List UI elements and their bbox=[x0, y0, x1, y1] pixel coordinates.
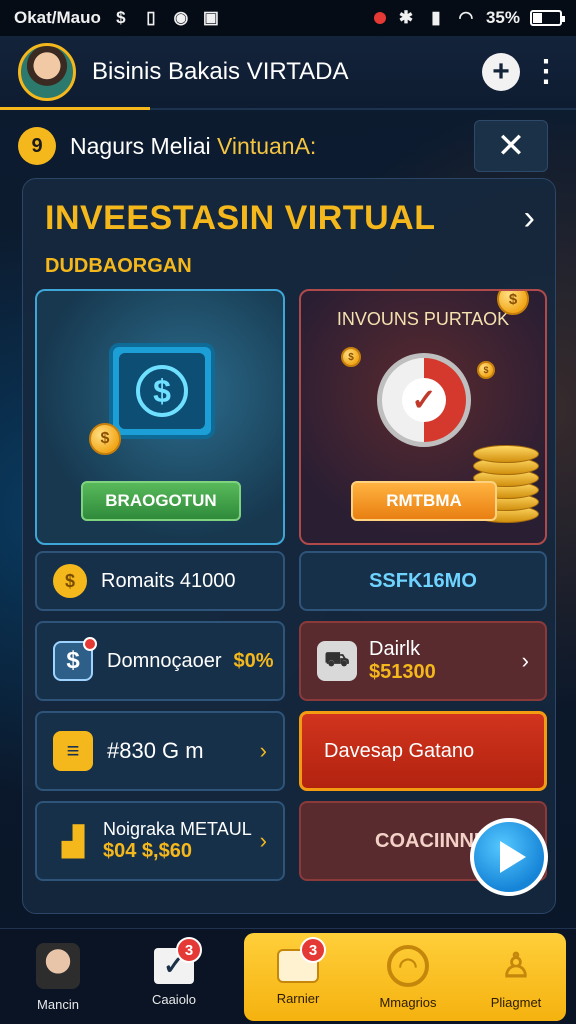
more-options-button[interactable]: ⋮ bbox=[531, 53, 561, 91]
row-card-label: Romaits 41000 bbox=[101, 569, 236, 592]
status-left: Okat/Mauo $ ▯ ◉ ▣ bbox=[14, 8, 221, 28]
investment-panel: INVEESTASIN VIRTUAL › DUDBAORGAN $ $ BRA… bbox=[22, 178, 556, 914]
kebab-menu-icon: ⋮ bbox=[531, 55, 561, 88]
coin-icon: $ bbox=[89, 423, 121, 455]
nav-label: Pliagmet bbox=[490, 994, 542, 1010]
nav-badge: 3 bbox=[176, 937, 202, 963]
row-card-label: Noigraka METAUL bbox=[103, 819, 252, 839]
nav-label: Rarnier bbox=[276, 990, 320, 1006]
nav-item-rarnier[interactable]: 3 Rarnier bbox=[252, 929, 344, 1024]
battery-fill bbox=[533, 13, 543, 23]
close-button[interactable]: ✕ bbox=[474, 120, 548, 172]
record-icon bbox=[373, 12, 386, 24]
growth-chart-icon: ▟ bbox=[62, 825, 84, 857]
nav-label: Mancin bbox=[37, 996, 79, 1012]
row-card-right-2[interactable]: ⛟ Dairlk $51300 › bbox=[299, 621, 547, 701]
coin-icon: $ bbox=[341, 347, 361, 367]
nav-item-mancin[interactable]: Mancin bbox=[16, 929, 100, 1024]
status-left-text: Okat/Mauo bbox=[14, 8, 101, 27]
coin-icon: $ bbox=[477, 361, 495, 379]
notice-text-plain: Nagurs Meliai bbox=[70, 132, 211, 159]
feature-card-right[interactable]: INVOUNS PURTAOK ✓ $ $ $ RMTBMA bbox=[299, 289, 547, 545]
wifi-circle-icon: ◠ bbox=[387, 944, 429, 987]
row-card-right-1[interactable]: SSFK16MO bbox=[299, 551, 547, 611]
header-underline bbox=[0, 107, 150, 110]
nav-badge: 3 bbox=[300, 937, 326, 963]
close-icon: ✕ bbox=[496, 127, 526, 165]
chevron-right-icon[interactable]: › bbox=[524, 199, 535, 238]
row-card-value: $0% bbox=[233, 649, 274, 672]
notification-dot bbox=[83, 637, 97, 651]
card-right-button[interactable]: RMTBMA bbox=[351, 481, 497, 521]
dollar-icon: $ bbox=[136, 365, 188, 417]
row-card-label: Dairlk bbox=[369, 638, 421, 660]
app-header: Bisinis Bakais VIRTADA + ⋮ bbox=[0, 36, 576, 110]
signal-icon: ▮ bbox=[431, 8, 441, 27]
notice-text: Nagurs Meliai VintuanA: bbox=[70, 133, 316, 160]
user-icon: ♙ bbox=[500, 946, 532, 985]
notice-number-badge: 9 bbox=[18, 127, 56, 165]
chevron-right-icon: › bbox=[521, 648, 529, 673]
checkmark-icon: ✓ bbox=[402, 378, 446, 422]
sim-icon: ▯ bbox=[146, 8, 156, 27]
chevron-right-icon: › bbox=[259, 738, 267, 763]
profile-avatar-icon bbox=[36, 942, 80, 989]
status-bar: Okat/Mauo $ ▯ ◉ ▣ ✱ ▮ ◠ 35% bbox=[0, 0, 576, 36]
plus-icon: + bbox=[492, 55, 510, 88]
battery-icon bbox=[530, 10, 565, 26]
nav-item-pliagmet[interactable]: ♙ Pliagmet bbox=[470, 929, 562, 1024]
row-card-left-3[interactable]: ≡ #830 G m › bbox=[35, 711, 285, 791]
nav-label: Caaiolo bbox=[151, 991, 197, 1007]
tablet-icon: $ bbox=[109, 343, 215, 439]
row-card-left-1[interactable]: $ Romaits 41000 bbox=[35, 551, 285, 611]
document-icon: ≡ bbox=[53, 731, 93, 771]
nav-label: Mmagrios bbox=[379, 994, 437, 1010]
status-right: ✱ ▮ ◠ 35% bbox=[373, 8, 565, 28]
row-card-left-4[interactable]: ▟ Noigraka METAUL $04 $,$60 › bbox=[35, 801, 285, 881]
row-card-label: SSFK16MO bbox=[369, 569, 477, 592]
gauge-icon: ✓ bbox=[377, 353, 471, 447]
bottom-nav: Mancin ✓ 3 Caaiolo 3 Rarnier ◠ Mmagrios … bbox=[0, 928, 576, 1024]
row-card-value: $51300 bbox=[369, 661, 436, 683]
nav-item-mmagrios[interactable]: ◠ Mmagrios bbox=[362, 929, 454, 1024]
play-arrow-icon bbox=[500, 841, 526, 873]
bluetooth-icon: ✱ bbox=[398, 8, 414, 27]
wifi-icon: ◠ bbox=[458, 8, 474, 27]
add-button[interactable]: + bbox=[482, 53, 520, 91]
row-card-right-3[interactable]: Davesap Gatano bbox=[299, 711, 547, 791]
row-card-label: Davesap Gatano bbox=[324, 739, 475, 762]
row-card-left-2[interactable]: $ Domnoçaoer $0% bbox=[35, 621, 285, 701]
row-card-label: Domnoçaoer bbox=[107, 649, 222, 672]
nav-item-caaiolo[interactable]: ✓ 3 Caaiolo bbox=[132, 929, 216, 1024]
shield-dollar-icon: $ bbox=[53, 637, 97, 681]
eye-icon: ◉ bbox=[173, 8, 189, 27]
feature-card-left[interactable]: $ $ BRAOGOTUN bbox=[35, 289, 285, 545]
camera-icon: ▣ bbox=[202, 8, 219, 27]
panel-subtitle: DUDBAORGAN bbox=[45, 255, 192, 277]
chevron-right-icon: › bbox=[259, 828, 267, 853]
card-left-button[interactable]: BRAOGOTUN bbox=[81, 481, 241, 521]
notice-text-highlight: VintuanA: bbox=[217, 132, 317, 159]
next-fab-button[interactable] bbox=[470, 818, 548, 896]
notice-bar: 9 Nagurs Meliai VintuanA: ✕ bbox=[18, 118, 558, 174]
app-title: Bisinis Bakais VIRTADA bbox=[92, 58, 349, 85]
battery-percent: 35% bbox=[485, 8, 520, 27]
cart-icon: ⛟ bbox=[317, 641, 357, 681]
dollar-notification-icon: $ bbox=[116, 8, 126, 27]
row-card-value: $04 $,$60 bbox=[103, 840, 192, 862]
coin-icon: $ bbox=[53, 564, 87, 598]
panel-title: INVEESTASIN VIRTUAL bbox=[45, 199, 436, 237]
row-card-label: #830 G m bbox=[107, 738, 204, 763]
avatar[interactable] bbox=[18, 43, 76, 101]
